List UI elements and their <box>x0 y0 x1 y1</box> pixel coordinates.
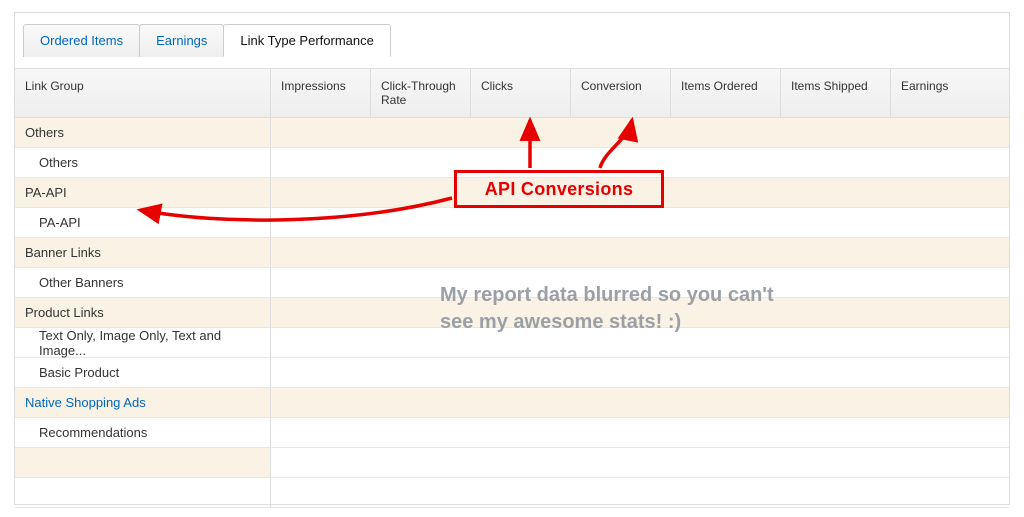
col-conversion[interactable]: Conversion <box>571 69 671 117</box>
data-cells-blurred <box>271 238 1009 267</box>
link-group-cell <box>15 448 271 477</box>
data-cells-blurred <box>271 448 1009 477</box>
link-group-cell: Banner Links <box>15 238 271 267</box>
link-group-cell: Text Only, Image Only, Text and Image... <box>15 328 271 357</box>
annotation-blurb: My report data blurred so you can't see … <box>440 282 800 336</box>
link-group-cell: Recommendations <box>15 418 271 447</box>
col-link-group[interactable]: Link Group <box>15 69 271 117</box>
tab-ordered-items[interactable]: Ordered Items <box>23 24 140 57</box>
table-row[interactable]: Basic Product <box>15 358 1009 388</box>
annotation-api-conversions-box: API Conversions <box>454 170 664 208</box>
annotation-api-conversions-label: API Conversions <box>485 179 634 200</box>
link-group-cell: Others <box>15 148 271 177</box>
data-cells-blurred <box>271 388 1009 417</box>
table-row[interactable]: PA-API <box>15 208 1009 238</box>
table-row[interactable] <box>15 478 1009 508</box>
link-group-cell: Product Links <box>15 298 271 327</box>
data-cells-blurred <box>271 208 1009 237</box>
data-cells-blurred <box>271 118 1009 147</box>
table-row[interactable]: Native Shopping Ads <box>15 388 1009 418</box>
tab-link-type-performance[interactable]: Link Type Performance <box>223 24 390 57</box>
data-cells-blurred <box>271 478 1009 507</box>
link-group-cell: Other Banners <box>15 268 271 297</box>
table-row[interactable]: Banner Links <box>15 238 1009 268</box>
col-earnings[interactable]: Earnings <box>891 69 991 117</box>
tab-earnings[interactable]: Earnings <box>139 24 224 57</box>
link-group-cell: PA-API <box>15 178 271 207</box>
col-items-shipped[interactable]: Items Shipped <box>781 69 891 117</box>
data-cells-blurred <box>271 358 1009 387</box>
table-row[interactable] <box>15 448 1009 478</box>
data-cells-blurred <box>271 418 1009 447</box>
col-items-ordered[interactable]: Items Ordered <box>671 69 781 117</box>
table-header-row: Link Group Impressions Click-Through Rat… <box>15 68 1009 118</box>
col-impressions[interactable]: Impressions <box>271 69 371 117</box>
table-row[interactable]: Recommendations <box>15 418 1009 448</box>
link-group-cell: PA-API <box>15 208 271 237</box>
link-group-cell <box>15 478 271 507</box>
table-row[interactable]: Others <box>15 118 1009 148</box>
link-group-cell: Basic Product <box>15 358 271 387</box>
link-group-cell: Others <box>15 118 271 147</box>
report-panel: Ordered Items Earnings Link Type Perform… <box>14 12 1010 505</box>
col-clicks[interactable]: Clicks <box>471 69 571 117</box>
report-tabs: Ordered Items Earnings Link Type Perform… <box>15 13 1009 56</box>
col-ctr[interactable]: Click-Through Rate <box>371 69 471 117</box>
link-group-cell: Native Shopping Ads <box>15 388 271 417</box>
